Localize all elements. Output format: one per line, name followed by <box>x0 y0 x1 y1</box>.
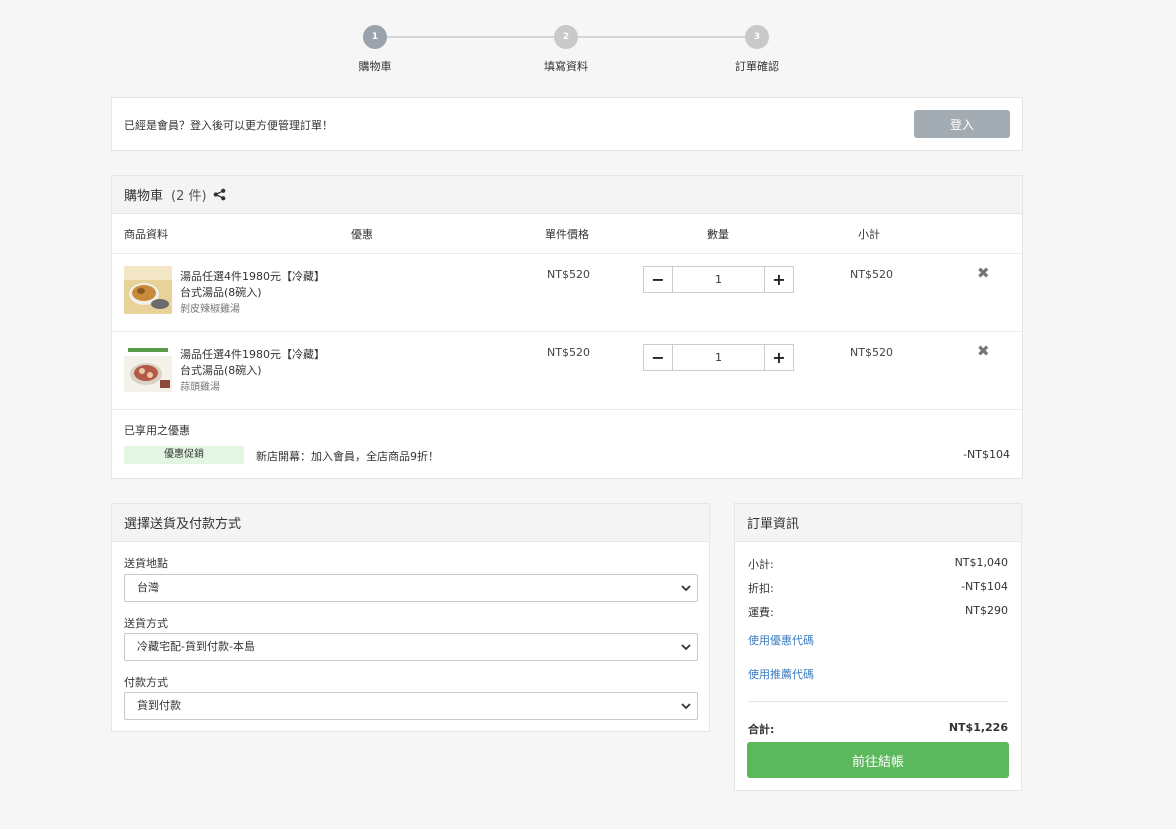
col-discount: 優惠 <box>351 228 373 241</box>
shipping-fee-value: NT$290 <box>965 604 1008 617</box>
payment-method-select[interactable]: 貨到付款 <box>124 692 698 720</box>
chevron-down-icon <box>681 703 691 710</box>
shipping-payment-panel: 選擇送貨及付款方式 送貨地點 台灣 送貨方式 冷藏宅配-貨到付款-本島 付款方式… <box>111 503 710 732</box>
col-product: 商品資料 <box>124 228 168 241</box>
cart-item-row: 湯品任選4件1980元【冷藏】 台式湯品(8碗入) 蒜頭雞湯 NT$520 − … <box>112 331 1022 409</box>
order-header: 訂單資訊 <box>735 504 1021 542</box>
unit-price: NT$520 <box>547 346 590 359</box>
step-confirm: 3 訂單確認 <box>727 25 787 74</box>
delivery-method-select[interactable]: 冷藏宅配-貨到付款-本島 <box>124 633 698 661</box>
total-label: 合計: <box>748 723 775 736</box>
promo-badge: 優惠促銷 <box>124 446 244 464</box>
decrease-button[interactable]: − <box>643 344 673 371</box>
remove-icon[interactable]: ✖ <box>977 342 990 360</box>
promo-description: 新店開幕：加入會員，全店商品9折！ <box>256 450 439 463</box>
col-unit-price: 單件價格 <box>545 228 589 241</box>
product-name[interactable]: 湯品任選4件1980元【冷藏】 <box>180 269 325 285</box>
product-variant: 台式湯品(8碗入) <box>180 286 262 299</box>
step-fill-info: 2 填寫資料 <box>536 25 596 74</box>
login-button[interactable]: 登入 <box>914 110 1010 138</box>
col-subtotal: 小計 <box>858 228 880 241</box>
step-number: 1 <box>363 25 387 49</box>
order-summary-panel: 訂單資訊 小計: NT$1,040 折扣: -NT$104 運費: NT$290… <box>734 503 1022 791</box>
destination-value: 台灣 <box>137 581 159 594</box>
referral-code-link[interactable]: 使用推薦代碼 <box>748 666 814 682</box>
remove-icon[interactable]: ✖ <box>977 264 990 282</box>
discount-value: -NT$104 <box>961 580 1008 593</box>
product-flavor: 蒜頭雞湯 <box>180 382 220 393</box>
summary-discount: 折扣: -NT$104 <box>748 580 1008 596</box>
shipping-header: 選擇送貨及付款方式 <box>112 504 709 542</box>
share-icon[interactable] <box>213 188 226 201</box>
quantity-stepper: − 1 + <box>643 266 794 293</box>
payment-method-value: 貨到付款 <box>137 699 181 712</box>
product-thumbnail[interactable] <box>124 266 172 314</box>
destination-label: 送貨地點 <box>124 557 168 570</box>
product-flavor: 剝皮辣椒雞湯 <box>180 304 240 315</box>
quantity-input[interactable]: 1 <box>673 266 764 293</box>
promo-amount: -NT$104 <box>963 448 1010 461</box>
step-cart: 1 購物車 <box>345 25 405 74</box>
cart-item-row: 湯品任選4件1980元【冷藏】 台式湯品(8碗入) 剝皮辣椒雞湯 NT$520 … <box>112 253 1022 331</box>
shipping-fee-label: 運費: <box>748 606 774 619</box>
col-quantity: 數量 <box>707 228 729 241</box>
order-title: 訂單資訊 <box>747 517 800 532</box>
summary-shipping: 運費: NT$290 <box>748 604 1008 620</box>
quantity-input[interactable]: 1 <box>673 344 764 371</box>
product-thumbnail[interactable] <box>124 344 172 392</box>
total-value: NT$1,226 <box>948 721 1008 734</box>
summary-total: 合計: NT$1,226 <box>748 721 1008 737</box>
chevron-down-icon <box>681 585 691 592</box>
product-title[interactable]: 湯品任選4件1980元【冷藏】 台式湯品(8碗入) <box>180 347 325 379</box>
step-number: 3 <box>745 25 769 49</box>
cart-title: 購物車 <box>124 189 164 204</box>
delivery-method-label: 送貨方式 <box>124 617 168 630</box>
destination-select[interactable]: 台灣 <box>124 574 698 602</box>
subtotal-label: 小計: <box>748 558 774 571</box>
cart-panel: 購物車 (2 件) 商品資料 優惠 單件價格 數量 小計 湯品任選4件1980元… <box>111 175 1023 479</box>
step-label: 訂單確認 <box>735 60 779 73</box>
applied-promotions: 已享用之優惠 優惠促銷 新店開幕：加入會員，全店商品9折！ -NT$104 <box>112 409 1022 479</box>
delivery-method-value: 冷藏宅配-貨到付款-本島 <box>137 640 255 653</box>
login-prompt: 已經是會員？登入後可以更方便管理訂單！ <box>124 119 333 132</box>
coupon-code-link[interactable]: 使用優惠代碼 <box>748 632 814 648</box>
promo-section-title: 已享用之優惠 <box>124 424 190 437</box>
cart-header: 購物車 (2 件) <box>112 176 1022 214</box>
step-number: 2 <box>554 25 578 49</box>
summary-divider <box>748 701 1008 702</box>
step-label: 填寫資料 <box>544 60 588 73</box>
quantity-stepper: − 1 + <box>643 344 794 371</box>
checkout-stepper: 1 購物車 2 填寫資料 3 訂單確認 <box>0 0 1176 90</box>
product-variant: 台式湯品(8碗入) <box>180 364 262 377</box>
product-name[interactable]: 湯品任選4件1980元【冷藏】 <box>180 347 325 363</box>
checkout-button[interactable]: 前往結帳 <box>747 742 1009 778</box>
product-title[interactable]: 湯品任選4件1980元【冷藏】 台式湯品(8碗入) <box>180 269 325 301</box>
subtotal-value: NT$1,040 <box>954 556 1008 569</box>
decrease-button[interactable]: − <box>643 266 673 293</box>
increase-button[interactable]: + <box>764 344 794 371</box>
payment-method-label: 付款方式 <box>124 676 168 689</box>
member-login-bar: 已經是會員？登入後可以更方便管理訂單！ 登入 <box>111 97 1023 151</box>
summary-subtotal: 小計: NT$1,040 <box>748 556 1008 572</box>
discount-label: 折扣: <box>748 582 774 595</box>
chevron-down-icon <box>681 644 691 651</box>
shipping-title: 選擇送貨及付款方式 <box>124 517 242 532</box>
unit-price: NT$520 <box>547 268 590 281</box>
item-subtotal: NT$520 <box>850 268 893 281</box>
step-label: 購物車 <box>358 60 392 73</box>
item-subtotal: NT$520 <box>850 346 893 359</box>
cart-count: (2 件) <box>171 189 207 204</box>
increase-button[interactable]: + <box>764 266 794 293</box>
